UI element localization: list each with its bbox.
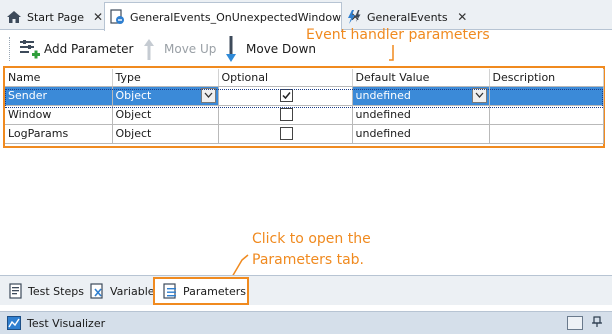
close-icon[interactable]: ✕	[457, 11, 468, 23]
cell-type[interactable]: Object	[112, 124, 219, 144]
tab-label: Test Steps	[28, 284, 84, 298]
parameters-grid: Name Type Optional Default Value Descrip…	[5, 69, 604, 144]
column-header-name[interactable]: Name	[5, 69, 113, 87]
optional-checkbox[interactable]	[280, 108, 293, 121]
test-steps-icon	[8, 283, 24, 299]
test-visualizer-icon	[7, 316, 21, 330]
cell-description[interactable]	[489, 124, 604, 144]
cell-default-value[interactable]: undefined	[352, 124, 490, 144]
tab-label: Start Page	[27, 10, 84, 24]
cell-type-value: Object	[115, 89, 152, 102]
cell-optional[interactable]	[218, 124, 353, 144]
optional-checkbox[interactable]	[280, 127, 293, 140]
optional-checkbox[interactable]	[280, 89, 293, 102]
cell-type[interactable]: Object	[112, 86, 219, 106]
event-handler-icon	[109, 9, 125, 25]
move-down-label: Move Down	[246, 42, 316, 56]
annotation-event-handler-parameters: Event handler parameters	[306, 27, 490, 43]
annotation-click-to-open: Click to open the Parameters tab.	[252, 229, 371, 271]
cell-name[interactable]: Window	[5, 105, 113, 125]
close-icon[interactable]: ✕	[93, 11, 103, 23]
document-tab-strip: Start Page ✕ GeneralEvents_OnUnexpectedW…	[0, 0, 612, 31]
cell-default-value[interactable]: undefined	[352, 105, 490, 125]
pin-icon[interactable]	[590, 316, 604, 330]
column-header-optional[interactable]: Optional	[218, 69, 353, 87]
parameters-icon	[163, 283, 179, 299]
move-down-button[interactable]: Move Down	[218, 35, 316, 63]
move-up-label: Move Up	[164, 42, 217, 56]
add-parameter-button[interactable]: Add Parameter	[16, 35, 133, 63]
annotation-line-1: Click to open the	[252, 231, 371, 247]
cell-optional[interactable]	[218, 86, 353, 106]
arrow-down-icon	[218, 36, 244, 62]
table-row[interactable]: Sender Object undefined	[5, 86, 604, 106]
cell-name[interactable]: Sender	[5, 86, 113, 106]
grid-header-row: Name Type Optional Default Value Descrip…	[5, 69, 604, 87]
tab-parameters[interactable]: Parameters	[153, 277, 249, 305]
add-parameter-icon	[16, 36, 42, 62]
table-row[interactable]: Window Object undefined	[5, 105, 604, 125]
tab-label: Parameters	[183, 284, 246, 298]
restore-panel-icon[interactable]	[567, 316, 583, 330]
arrow-up-icon	[136, 36, 162, 62]
cell-default-value-text: undefined	[355, 89, 411, 102]
cell-description[interactable]	[489, 105, 604, 125]
column-header-description[interactable]: Description	[489, 69, 604, 87]
column-header-default-value[interactable]: Default Value	[352, 69, 490, 87]
add-parameter-label: Add Parameter	[44, 42, 134, 56]
tab-label: GeneralEvents	[367, 10, 448, 24]
table-row[interactable]: LogParams Object undefined	[5, 124, 604, 144]
annotation-line-2: Parameters tab.	[252, 252, 364, 268]
column-header-type[interactable]: Type	[112, 69, 219, 87]
tab-start-page[interactable]: Start Page ✕	[6, 4, 103, 30]
editor-bottom-tabs: Test Steps Variables Parameters	[0, 275, 612, 305]
cell-type[interactable]: Object	[112, 105, 219, 125]
toolbar-grip	[9, 37, 10, 61]
tab-label: GeneralEvents_OnUnexpectedWindow	[130, 10, 342, 24]
move-up-button[interactable]: Move Up	[136, 35, 216, 63]
cell-optional[interactable]	[218, 105, 353, 125]
tab-test-steps[interactable]: Test Steps	[8, 281, 84, 301]
tab-variables[interactable]: Variables	[90, 281, 160, 301]
home-icon	[6, 9, 22, 25]
status-label[interactable]: Test Visualizer	[27, 317, 105, 330]
cell-description[interactable]	[489, 86, 604, 106]
chevron-down-icon[interactable]	[200, 87, 216, 103]
chevron-down-icon[interactable]	[471, 87, 487, 103]
variables-icon	[90, 283, 106, 299]
events-icon	[346, 9, 362, 25]
status-bar: Test Visualizer	[0, 311, 612, 334]
cell-name[interactable]: LogParams	[5, 124, 113, 144]
bottom-callout-line	[231, 254, 249, 278]
cell-default-value[interactable]: undefined	[352, 86, 490, 106]
